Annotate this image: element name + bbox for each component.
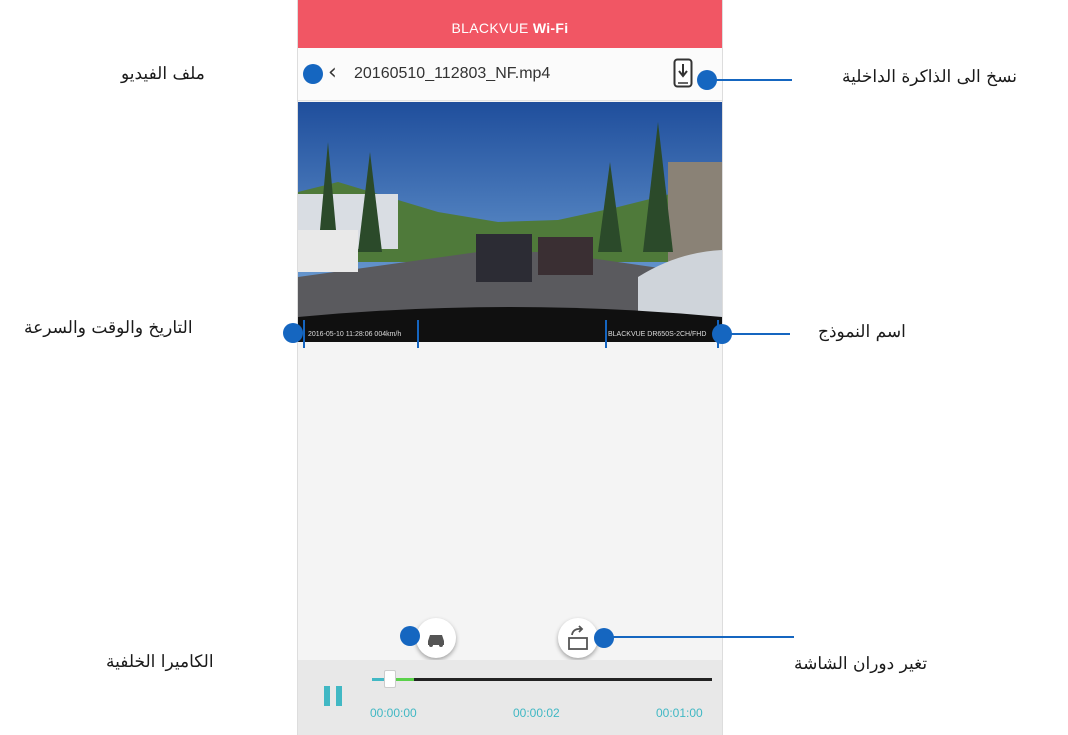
video-player-frame[interactable]: 2016-05-10 11:28:06 004km/h BLACKVUE DR6… (298, 102, 722, 342)
progress-track[interactable] (372, 678, 712, 681)
app-title-prefix: BLACKVUE (451, 20, 533, 36)
rotate-screen-icon (568, 625, 588, 650)
callout-line-copy (712, 79, 792, 81)
file-bar: ‹ 20160510_112803_NF.mp4 (298, 48, 722, 101)
callout-dot-datetime (283, 323, 303, 343)
app-title-bold: Wi-Fi (532, 20, 569, 36)
callout-dot-rotate (594, 628, 614, 648)
progress-thumb[interactable] (384, 670, 396, 688)
playback-controls: 00:00:00 00:00:02 00:01:00 (298, 660, 722, 735)
callout-video-file: ملف الفيديو (121, 64, 205, 84)
app-title-bar: BLACKVUE Wi-Fi (298, 0, 722, 48)
model-bracket (605, 320, 719, 348)
callout-model-name: اسم النموذج (818, 322, 906, 342)
callout-rotate-screen: تغير دوران الشاشة (794, 654, 928, 674)
rear-camera-button[interactable] (416, 618, 456, 658)
callout-dot-rear-camera (400, 626, 420, 646)
callout-dot-video-file (303, 64, 323, 84)
datetime-bracket (303, 320, 419, 348)
road-scene-image (298, 102, 722, 342)
video-filename: 20160510_112803_NF.mp4 (354, 65, 551, 82)
callout-copy-internal: نسخ الى الذاكرة الداخلية (842, 67, 1018, 87)
time-start: 00:00:00 (370, 706, 417, 720)
car-icon (428, 635, 444, 647)
callout-line-rotate (608, 636, 794, 638)
callout-line-model (728, 333, 790, 335)
rotate-screen-button[interactable] (558, 618, 598, 658)
chevron-left-icon[interactable]: ‹ (328, 62, 337, 84)
phone-download-icon[interactable] (673, 58, 693, 88)
callout-rear-camera: الكاميرا الخلفية (106, 652, 214, 672)
time-mid: 00:00:02 (513, 706, 560, 720)
progress-buffered (394, 678, 414, 681)
phone-screen: BLACKVUE Wi-Fi ‹ 20160510_112803_NF.mp4 (297, 0, 723, 735)
pause-icon[interactable] (324, 686, 344, 706)
time-end: 00:01:00 (656, 706, 703, 720)
callout-datetime-speed: التاريخ والوقت والسرعة (24, 318, 193, 338)
